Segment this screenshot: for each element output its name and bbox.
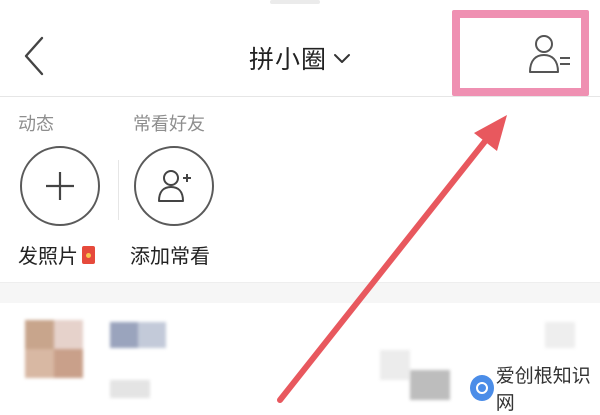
- watermark-text: 爱创根知识网: [495, 365, 591, 414]
- watermark-logo-icon: [470, 375, 494, 401]
- watermark: 爱创根知识网: [470, 365, 600, 414]
- pointer-arrow: [277, 115, 507, 403]
